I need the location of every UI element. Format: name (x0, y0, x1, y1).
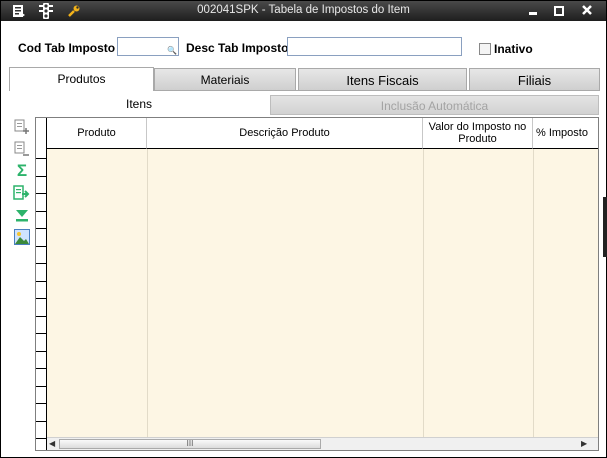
minimize-button[interactable] (526, 4, 540, 18)
tab-produtos[interactable]: Produtos (9, 67, 154, 91)
row-tick (36, 263, 46, 264)
row-tick (36, 281, 46, 282)
row-tick (36, 158, 46, 159)
row-tick (36, 351, 46, 352)
title-bar: 002041SPK - Tabela de Impostos do Item (1, 1, 606, 21)
scrollbar-thumb[interactable]: III (59, 439, 321, 449)
main-window: 002041SPK - Tabela de Impostos do Item C… (0, 0, 607, 458)
row-tick (36, 368, 46, 369)
row-tick (36, 386, 46, 387)
column-divider (147, 149, 148, 437)
row-tick (36, 193, 46, 194)
tab-materiais[interactable]: Materiais (154, 68, 296, 91)
row-tick (36, 211, 46, 212)
row-tick (36, 403, 46, 404)
row-gutter (36, 118, 47, 450)
column-divider (533, 149, 534, 437)
desc-tab-imposto-input[interactable] (287, 37, 462, 56)
cod-tab-imposto-label: Cod Tab Imposto (18, 41, 116, 55)
items-grid[interactable]: Produto Descrição Produto Valor do Impos… (35, 117, 599, 451)
inativo-label: Inativo (494, 42, 533, 56)
remove-row-icon[interactable] (13, 140, 31, 158)
window-edge (603, 197, 607, 257)
row-tick (36, 438, 46, 439)
row-tick (36, 316, 46, 317)
close-button[interactable] (581, 4, 595, 18)
tab-itens-fiscais[interactable]: Itens Fiscais (298, 68, 467, 91)
subtab-itens[interactable]: Itens (9, 94, 269, 114)
scroll-left-arrow-icon[interactable]: ◀ (49, 439, 55, 448)
horizontal-scrollbar[interactable]: ◀ III ▶ (47, 437, 598, 450)
tab-filiais[interactable]: Filiais (469, 68, 600, 91)
column-header-produto[interactable]: Produto (47, 118, 147, 149)
column-header-descricao-produto[interactable]: Descrição Produto (147, 118, 423, 149)
subtab-inclusao-automatica: Inclusão Automática (270, 95, 599, 115)
image-icon[interactable] (13, 228, 31, 246)
column-header-percent-imposto[interactable]: % Imposto (533, 118, 598, 149)
row-tick (36, 333, 46, 334)
sum-icon[interactable]: Σ (13, 161, 31, 180)
maximize-button[interactable] (551, 4, 565, 18)
row-tick (36, 228, 46, 229)
desc-tab-imposto-label: Desc Tab Imposto (186, 41, 289, 55)
row-tick (36, 421, 46, 422)
window-title: 002041SPK - Tabela de Impostos do Item (197, 4, 410, 16)
column-header-valor-imposto[interactable]: Valor do Imposto no Produto (423, 118, 533, 149)
cod-tab-imposto-input[interactable]: 🔍 (117, 37, 179, 56)
column-divider (423, 149, 424, 437)
row-tick (36, 298, 46, 299)
download-icon[interactable] (13, 206, 31, 224)
scroll-right-arrow-icon[interactable]: ▶ (581, 439, 587, 448)
row-tick (36, 246, 46, 247)
inativo-checkbox[interactable] (479, 43, 491, 55)
lookup-icon[interactable]: 🔍 (167, 46, 177, 55)
add-row-icon[interactable] (13, 118, 31, 136)
grid-body[interactable] (47, 149, 598, 437)
row-tick (36, 176, 46, 177)
export-icon[interactable] (13, 184, 31, 202)
